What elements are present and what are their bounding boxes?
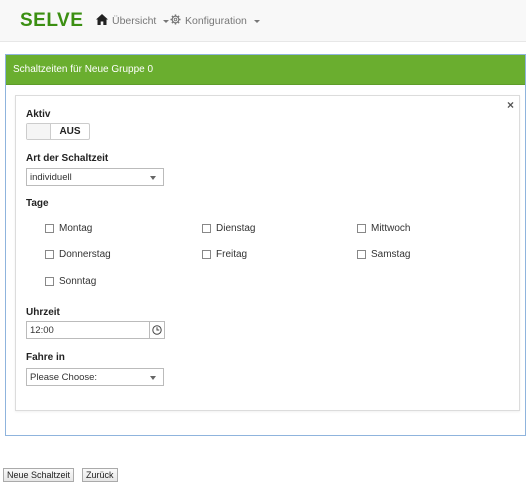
- fahre-in-select-value: Please Choose:: [30, 372, 98, 383]
- day-mittwoch[interactable]: Mittwoch: [357, 223, 410, 234]
- chevron-down-icon: [163, 19, 170, 23]
- close-icon[interactable]: ×: [507, 98, 514, 112]
- chevron-down-icon: [150, 376, 156, 380]
- checkbox[interactable]: [202, 224, 211, 233]
- day-label: Dienstag: [216, 223, 256, 234]
- checkbox[interactable]: [45, 250, 54, 259]
- nav-konfiguration-label: Konfiguration: [185, 15, 247, 27]
- checkbox[interactable]: [45, 277, 54, 286]
- uhrzeit-label: Uhrzeit: [26, 307, 60, 318]
- schedule-card: × Aktiv AUS Art der Schaltzeit individue…: [15, 95, 520, 411]
- clock-icon[interactable]: [150, 321, 165, 339]
- checkbox[interactable]: [357, 224, 366, 233]
- fahre-in-select[interactable]: Please Choose:: [26, 368, 164, 386]
- uhrzeit-input[interactable]: 12:00: [26, 321, 150, 339]
- home-icon: [96, 14, 108, 28]
- aktiv-label: Aktiv: [26, 109, 51, 120]
- checkbox[interactable]: [45, 224, 54, 233]
- aktiv-toggle[interactable]: AUS: [26, 123, 90, 140]
- navbar: SELVE Übersicht Konfiguration: [0, 0, 526, 42]
- day-freitag[interactable]: Freitag: [202, 249, 247, 260]
- brand-logo[interactable]: SELVE: [20, 10, 83, 32]
- day-label: Freitag: [216, 249, 248, 260]
- toggle-state: AUS: [59, 126, 81, 137]
- checkbox[interactable]: [202, 250, 211, 259]
- panel-title: Schaltzeiten für Neue Gruppe 0: [6, 55, 525, 85]
- chevron-down-icon: [150, 176, 156, 180]
- schedule-panel: Schaltzeiten für Neue Gruppe 0 × Aktiv A…: [5, 54, 526, 436]
- day-dienstag[interactable]: Dienstag: [202, 223, 255, 234]
- toggle-knob: [27, 124, 51, 139]
- day-sonntag[interactable]: Sonntag: [45, 276, 96, 287]
- art-select[interactable]: individuell: [26, 168, 164, 186]
- day-label: Mittwoch: [371, 223, 411, 234]
- nav-uebersicht-label: Übersicht: [112, 15, 157, 27]
- day-label: Sonntag: [59, 276, 97, 287]
- day-label: Montag: [59, 223, 93, 234]
- nav-konfiguration[interactable]: Konfiguration: [170, 14, 260, 28]
- day-label: Samstag: [371, 249, 411, 260]
- day-montag[interactable]: Montag: [45, 223, 92, 234]
- checkbox[interactable]: [357, 250, 366, 259]
- day-label: Donnerstag: [59, 249, 111, 260]
- day-donnerstag[interactable]: Donnerstag: [45, 249, 111, 260]
- fahre-in-label: Fahre in: [26, 352, 65, 363]
- art-label: Art der Schaltzeit: [26, 153, 109, 164]
- tage-label: Tage: [26, 198, 49, 209]
- chevron-down-icon: [253, 19, 260, 23]
- art-select-value: individuell: [30, 172, 72, 183]
- gear-icon: [170, 14, 181, 28]
- nav-uebersicht[interactable]: Übersicht: [96, 14, 170, 28]
- day-samstag[interactable]: Samstag: [357, 249, 410, 260]
